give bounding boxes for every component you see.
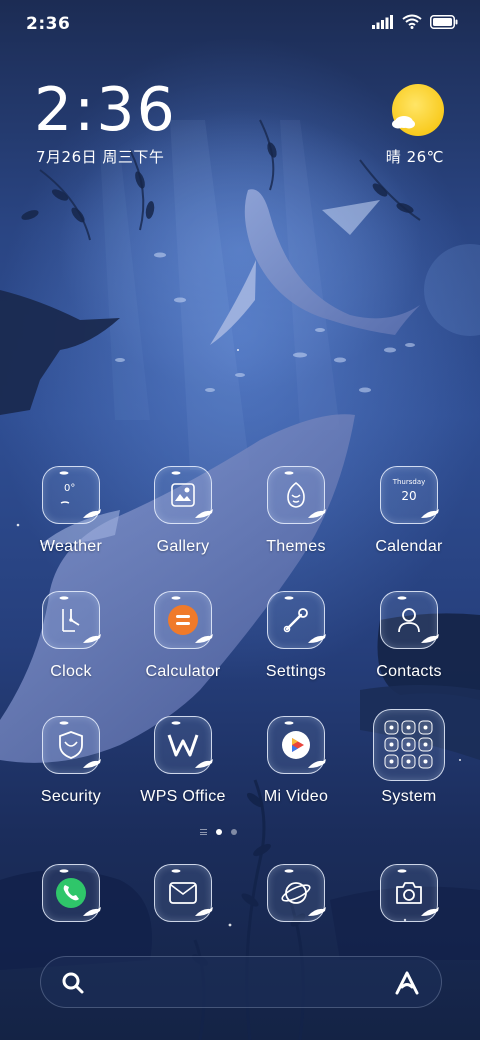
app-label: Calendar [375,538,443,555]
assistant-icon[interactable] [393,970,421,996]
contacts-icon [380,591,439,649]
app-label: Contacts [376,663,442,680]
home-screen: 2:36 2:36 7月26日 周三下午 晴 26℃ 0° Weather Ga… [0,0,480,1040]
search-bar[interactable] [40,956,442,1008]
app-wps-office[interactable]: WPS Office [128,716,238,836]
signal-icon [372,14,393,29]
dock-phone[interactable] [16,864,126,924]
status-icons [372,14,458,29]
app-label: Calculator [145,663,221,680]
sun-cloud-icon[interactable] [392,84,444,136]
security-icon [42,716,101,774]
app-label: WPS Office [140,788,226,805]
page-dot [231,829,237,835]
app-settings[interactable]: Settings [241,591,351,711]
themes-icon [267,466,326,524]
page-indicator[interactable] [200,829,237,835]
folder-icon [373,709,445,781]
app-contacts[interactable]: Contacts [354,591,464,711]
app-label: Mi Video [263,788,329,805]
app-label: Clock [50,663,92,680]
battery-icon [430,14,458,29]
app-clock[interactable]: Clock [16,591,126,711]
mi-video-icon [267,716,326,774]
dock-browser[interactable] [241,864,351,924]
calendar-day: 20 [401,489,417,503]
app-label: System [381,788,437,805]
app-themes[interactable]: Themes [241,466,351,586]
app-label: Settings [265,663,327,680]
wifi-icon [402,14,422,29]
weather-widget-text: 晴 26℃ [385,148,444,166]
page-menu-icon [200,829,207,835]
status-time: 2:36 [26,14,71,34]
dock-messages[interactable] [128,864,238,924]
dock-camera[interactable] [354,864,464,924]
clock-widget-time[interactable]: 2:36 [34,74,177,146]
camera-icon [380,864,439,922]
calculator-icon [154,591,213,649]
calendar-weekday: Thursday [392,478,426,486]
app-label: Security [40,788,102,805]
settings-icon [267,591,326,649]
weather-icon: 0° [42,466,101,524]
search-icon[interactable] [61,971,85,995]
app-label: Weather [39,538,103,555]
app-label: Gallery [156,538,210,555]
app-gallery[interactable]: Gallery [128,466,238,586]
app-security[interactable]: Security [16,716,126,836]
app-label: Themes [266,538,326,555]
clock-icon [42,591,101,649]
page-dot-current [216,829,222,835]
app-weather[interactable]: 0° Weather [16,466,126,586]
browser-icon [267,864,326,922]
app-calculator[interactable]: Calculator [128,591,238,711]
app-calendar[interactable]: Thursday 20 Calendar [354,466,464,586]
messages-icon [154,864,213,922]
app-mi-video[interactable]: Mi Video [241,716,351,836]
app-folder-system[interactable]: System [354,709,464,836]
clock-widget-date: 7月26日 周三下午 [36,148,165,166]
phone-icon [42,864,101,922]
wps-office-icon [154,716,213,774]
calendar-icon: Thursday 20 [380,466,439,524]
gallery-icon [154,466,213,524]
